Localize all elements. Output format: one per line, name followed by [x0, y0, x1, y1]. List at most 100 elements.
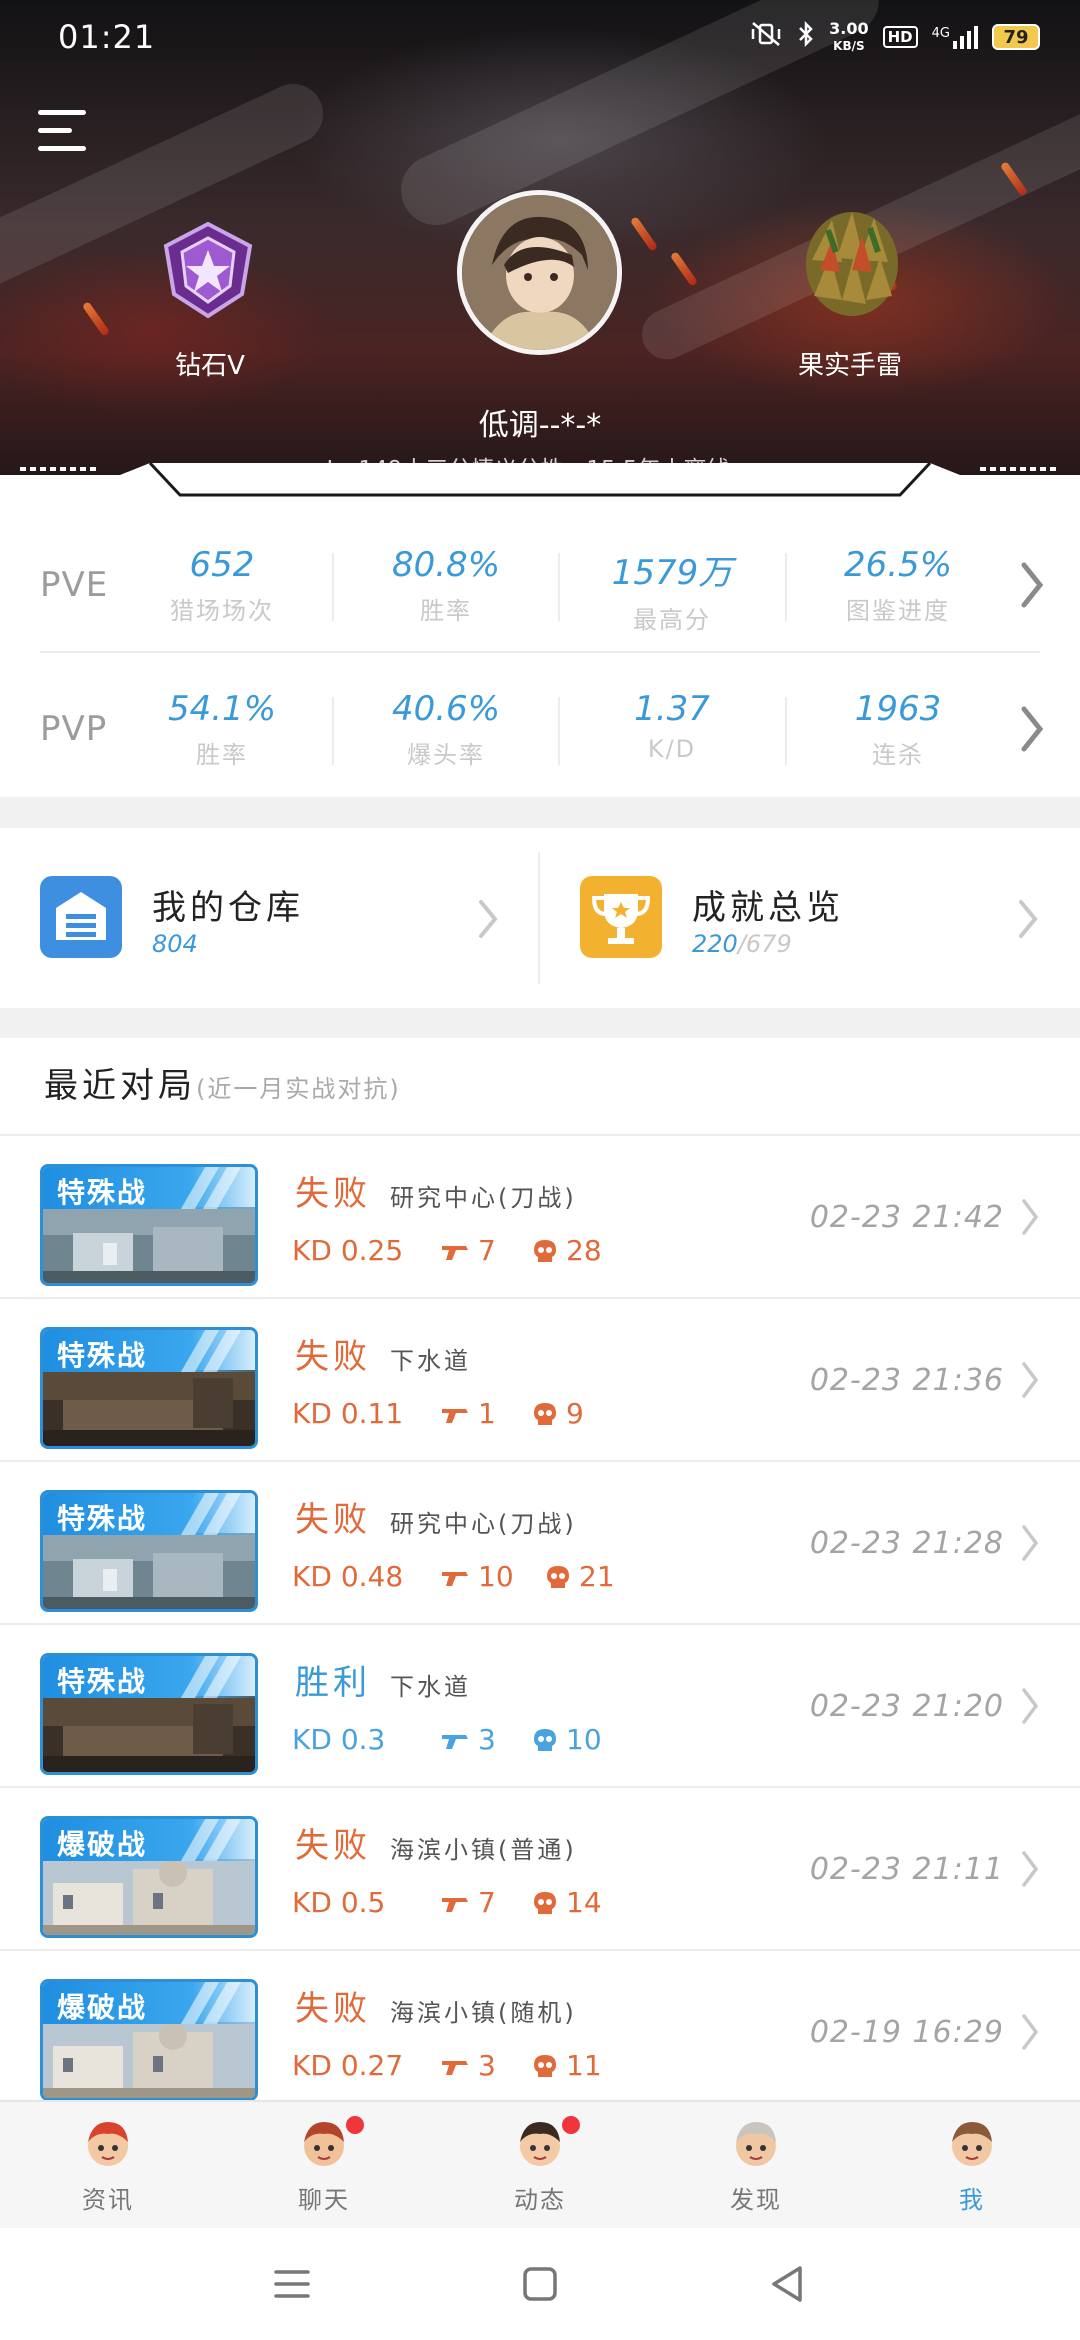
nav-me[interactable]: 我: [864, 2112, 1080, 2222]
pve-stats-row[interactable]: PVE 652 猎场场次 80.8% 胜率 1579万 最高分 26.5% 图鉴…: [0, 513, 1080, 653]
stat-name: K/D: [647, 735, 697, 763]
match-row[interactable]: 爆破战 失败 海滨小镇(普通) KD 0.5 7 14 02-23 21:11: [0, 1788, 1080, 1951]
fruit-grenade-icon[interactable]: [792, 200, 912, 320]
gun-icon: [442, 1897, 468, 1912]
skull-icon: [534, 1891, 556, 1914]
match-result: 失败: [295, 1989, 371, 2029]
character-avatar-icon: [952, 2122, 992, 2166]
kills-count: 10: [478, 1560, 514, 1593]
diamond-rank-badge-icon[interactable]: [160, 220, 256, 320]
match-row[interactable]: 爆破战 失败 海滨小镇(随机) KD 0.27 3 11 02-19 16:29: [0, 1951, 1080, 2114]
match-result: 失败: [295, 1337, 371, 1377]
match-deaths: 11: [532, 2049, 602, 2082]
nav-news[interactable]: 资讯: [0, 2112, 216, 2222]
gun-icon: [442, 1571, 468, 1586]
match-row[interactable]: 特殊战 失败 下水道 KD 0.11 1 9 02-23 21:36: [0, 1299, 1080, 1462]
rank-label: 钻石V: [175, 351, 245, 381]
user-avatar[interactable]: [457, 190, 622, 355]
recent-matches-title: 最近对局(近一月实战对抗): [44, 1058, 401, 1107]
match-row[interactable]: 特殊战 失败 研究中心(刀战) KD 0.48 10 21 02-23 21:28: [0, 1462, 1080, 1625]
back-icon[interactable]: [766, 2262, 810, 2306]
match-row[interactable]: 特殊战 失败 研究中心(刀战) KD 0.25 7 28 02-23 21:42: [0, 1136, 1080, 1299]
weapon-label: 果实手雷: [797, 351, 902, 381]
match-kd: KD 0.3: [292, 1723, 386, 1756]
match-kd: KD 0.5: [292, 1886, 386, 1919]
mode-tag: 特殊战: [43, 1167, 255, 1209]
match-map: 海滨小镇(随机): [390, 1999, 577, 2027]
stat-pve-highscore: 1579万 最高分: [572, 545, 772, 635]
warehouse-count: 804: [152, 930, 198, 958]
kills-count: 3: [478, 2049, 496, 2082]
match-time: 02-23 21:20: [809, 1689, 1004, 1724]
warehouse-card[interactable]: 我的仓库 804: [0, 828, 540, 1008]
nav-label: 聊天: [298, 2186, 350, 2214]
kills-count: 7: [478, 1886, 496, 1919]
mode-tag: 爆破战: [43, 1819, 255, 1861]
section-gap: [0, 797, 1080, 828]
match-deaths: 21: [545, 1560, 615, 1593]
network-speed: 3.00 KB/S: [829, 20, 868, 54]
match-deaths: 28: [532, 1234, 602, 1267]
status-time: 01:21: [58, 18, 156, 56]
match-map: 海滨小镇(普通): [390, 1836, 577, 1864]
bottom-nav: 资讯 聊天 动态 发现 我: [0, 2100, 1080, 2228]
chevron-right-icon: [1022, 1688, 1039, 1724]
hd-icon: HD: [882, 26, 918, 48]
home-icon[interactable]: [518, 2262, 562, 2306]
character-avatar-icon: [736, 2122, 776, 2166]
status-bar: 01:21 3.00 KB/S HD 4G 79: [0, 0, 1080, 80]
match-map: 研究中心(刀战): [390, 1184, 577, 1212]
recent-apps-icon[interactable]: [270, 2262, 314, 2306]
mode-tag: 特殊战: [43, 1493, 255, 1535]
bluetooth-icon: [797, 20, 815, 54]
stat-value: 1579万: [611, 553, 733, 593]
stat-name: 连杀: [872, 741, 924, 769]
kills-count: 7: [478, 1234, 496, 1267]
nav-chat[interactable]: 聊天: [216, 2112, 432, 2222]
match-kd: KD 0.25: [292, 1234, 404, 1267]
stat-pvp-winrate: 54.1% 胜率: [122, 689, 322, 770]
menu-icon[interactable]: [38, 108, 90, 154]
character-avatar-icon: [88, 2122, 128, 2166]
chevron-right-icon: [1022, 1525, 1039, 1561]
skull-icon: [534, 2054, 556, 2077]
chevron-right-icon[interactable]: [1018, 705, 1046, 753]
deaths-count: 28: [566, 1234, 602, 1267]
warehouse-title: 我的仓库: [152, 888, 304, 928]
match-row[interactable]: 特殊战 胜利 下水道 KD 0.3 3 10 02-23 21:20: [0, 1625, 1080, 1788]
match-result: 失败: [295, 1500, 371, 1540]
nav-label: 我: [959, 2186, 985, 2214]
chevron-right-icon: [1022, 1851, 1039, 1887]
match-kills: 7: [440, 1886, 496, 1919]
match-kills: 1: [440, 1397, 496, 1430]
gun-icon: [442, 1734, 468, 1749]
stat-name: 最高分: [633, 606, 711, 634]
speed-unit: KB/S: [833, 38, 865, 53]
match-map: 下水道: [390, 1673, 471, 1701]
skull-icon: [547, 1565, 569, 1588]
skull-icon: [534, 1402, 556, 1425]
stats-panel: PVE 652 猎场场次 80.8% 胜率 1579万 最高分 26.5% 图鉴…: [0, 505, 1080, 795]
match-kills: 10: [440, 1560, 514, 1593]
deaths-count: 21: [579, 1560, 615, 1593]
shortcut-cards: 我的仓库 804 成就总览 220/679: [0, 828, 1080, 1008]
nav-discover[interactable]: 发现: [648, 2112, 864, 2222]
achievements-card[interactable]: 成就总览 220/679: [540, 828, 1080, 1008]
pvp-stats-row[interactable]: PVP 54.1% 胜率 40.6% 爆头率 1.37 K/D 1963 连杀: [0, 657, 1080, 797]
stat-name: 图鉴进度: [846, 597, 950, 625]
match-mode-thumbnail: 爆破战: [40, 1816, 258, 1938]
match-deaths: 9: [532, 1397, 584, 1430]
chevron-right-icon[interactable]: [1018, 561, 1046, 609]
mode-tag-label: 特殊战: [57, 1502, 148, 1535]
match-result: 失败: [295, 1826, 371, 1866]
battery-icon: 79: [992, 24, 1040, 50]
mode-tag-label: 特殊战: [57, 1339, 148, 1372]
deaths-count: 9: [566, 1397, 584, 1430]
mode-tag-label: 爆破战: [57, 1828, 148, 1861]
stat-pve-winrate: 80.8% 胜率: [346, 545, 546, 626]
nav-feed[interactable]: 动态: [432, 2112, 648, 2222]
mode-tag-label: 爆破战: [57, 1991, 148, 2024]
stat-name: 胜率: [420, 597, 472, 625]
mode-tag-label: 特殊战: [57, 1665, 148, 1698]
stat-pve-codex: 26.5% 图鉴进度: [798, 545, 998, 626]
